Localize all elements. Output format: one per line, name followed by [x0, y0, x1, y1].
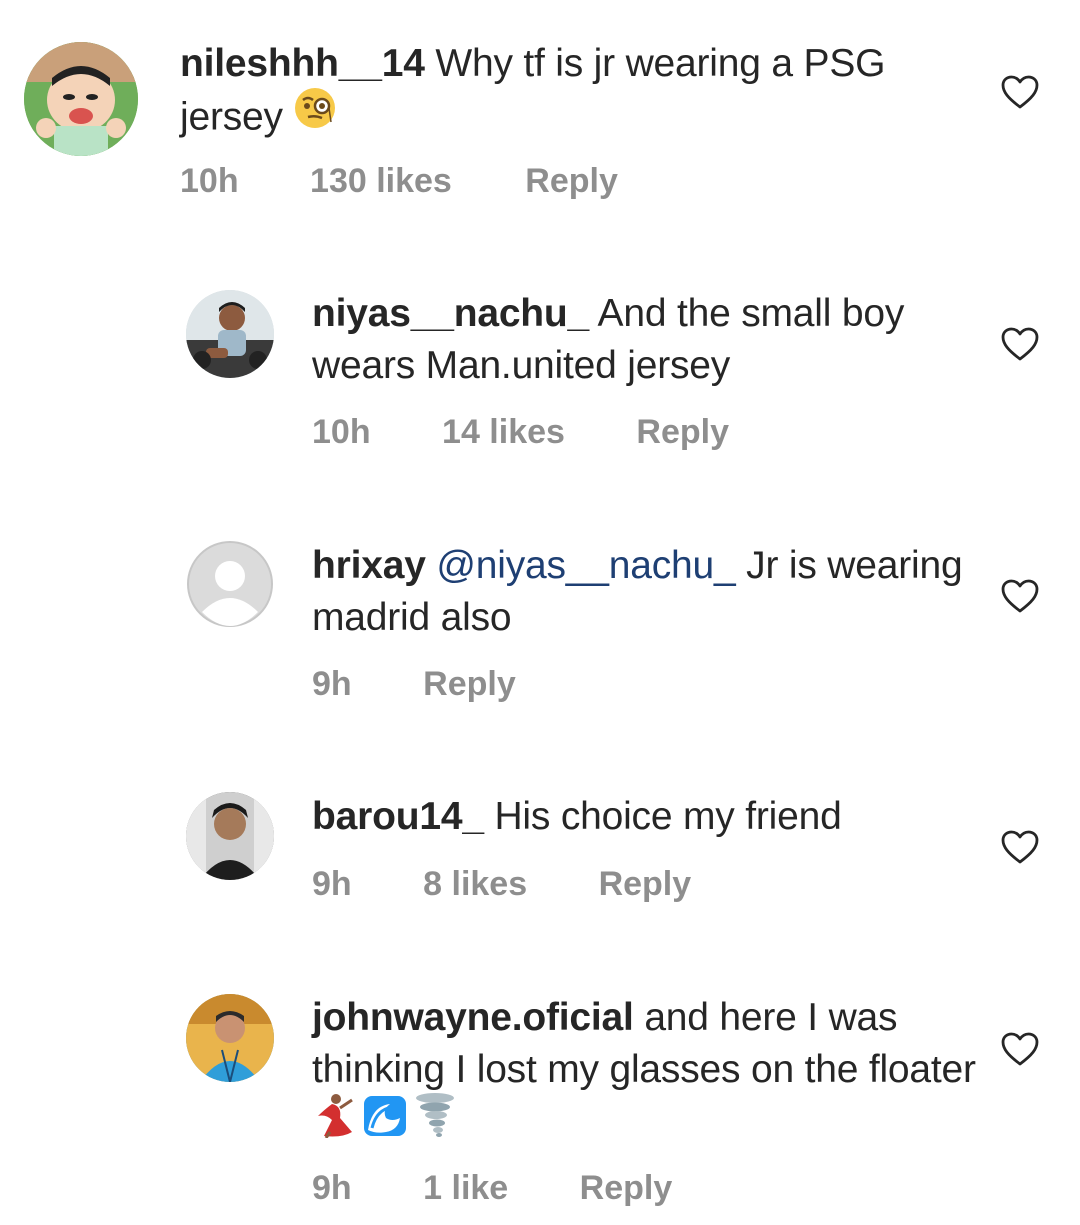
reply-button[interactable]: Reply	[423, 665, 516, 704]
cartoon-avatar-image	[24, 42, 138, 156]
comment-text: His choice my friend	[494, 795, 842, 838]
comment-likes[interactable]: 1 like	[423, 1169, 508, 1208]
reply-button[interactable]: Reply	[599, 865, 692, 904]
comment-time: 9h	[312, 665, 352, 703]
like-heart-icon[interactable]	[1000, 829, 1040, 865]
comment-likes[interactable]: 14 likes	[442, 413, 565, 452]
reply-button[interactable]: Reply	[636, 413, 729, 452]
avatar[interactable]	[186, 290, 274, 378]
reply-button[interactable]: Reply	[525, 162, 618, 201]
comment-time: 9h	[312, 865, 352, 903]
comment-username[interactable]: hrixay	[312, 544, 426, 587]
comment-username[interactable]: niyas__nachu_	[312, 292, 589, 335]
profile-photo-image	[186, 290, 274, 378]
like-heart-icon[interactable]	[1000, 578, 1040, 614]
avatar[interactable]	[24, 42, 138, 156]
comment-meta: 9h Reply	[312, 665, 516, 704]
profile-photo-image	[186, 792, 274, 880]
comment-username[interactable]: nileshhh__14	[180, 42, 425, 85]
reply-button[interactable]: Reply	[580, 1169, 673, 1208]
water-wave-icon	[362, 1092, 408, 1152]
comment-body: johnwayne.oficial and here I was thinkin…	[312, 992, 992, 1156]
comment-time: 10h	[180, 162, 239, 200]
comment-time: 9h	[312, 1169, 352, 1207]
default-avatar-icon[interactable]	[186, 540, 274, 628]
avatar[interactable]	[186, 792, 274, 880]
comment-meta: 10h 130 likes Reply	[180, 162, 618, 201]
face-with-monocle-icon	[293, 86, 337, 144]
comment-body: barou14_ His choice my friend	[312, 791, 982, 843]
tornado-icon	[414, 1092, 456, 1152]
comment-mention[interactable]: @niyas__nachu_	[436, 544, 735, 587]
like-heart-icon[interactable]	[1000, 326, 1040, 362]
comment-likes[interactable]: 8 likes	[423, 865, 527, 904]
comment-meta: 9h 1 like Reply	[312, 1169, 672, 1208]
comment-item: nileshhh__14 Why tf is jr wearing a PSG …	[0, 0, 1080, 230]
avatar[interactable]	[186, 994, 274, 1082]
comment-likes[interactable]: 130 likes	[310, 162, 452, 201]
comment-meta: 10h 14 likes Reply	[312, 413, 729, 452]
profile-photo-image	[186, 994, 274, 1082]
comment-body: hrixay @niyas__nachu_ Jr is wearing madr…	[312, 540, 982, 644]
like-heart-icon[interactable]	[1000, 1031, 1040, 1067]
dancer-icon	[312, 1092, 356, 1152]
comment-username[interactable]: johnwayne.oficial	[312, 996, 634, 1039]
comment-time: 10h	[312, 413, 371, 451]
comment-body: nileshhh__14 Why tf is jr wearing a PSG …	[180, 38, 970, 148]
comment-body: niyas__nachu_ And the small boy wears Ma…	[312, 288, 982, 392]
comment-meta: 9h 8 likes Reply	[312, 865, 691, 904]
like-heart-icon[interactable]	[1000, 74, 1040, 110]
comment-username[interactable]: barou14_	[312, 795, 484, 838]
